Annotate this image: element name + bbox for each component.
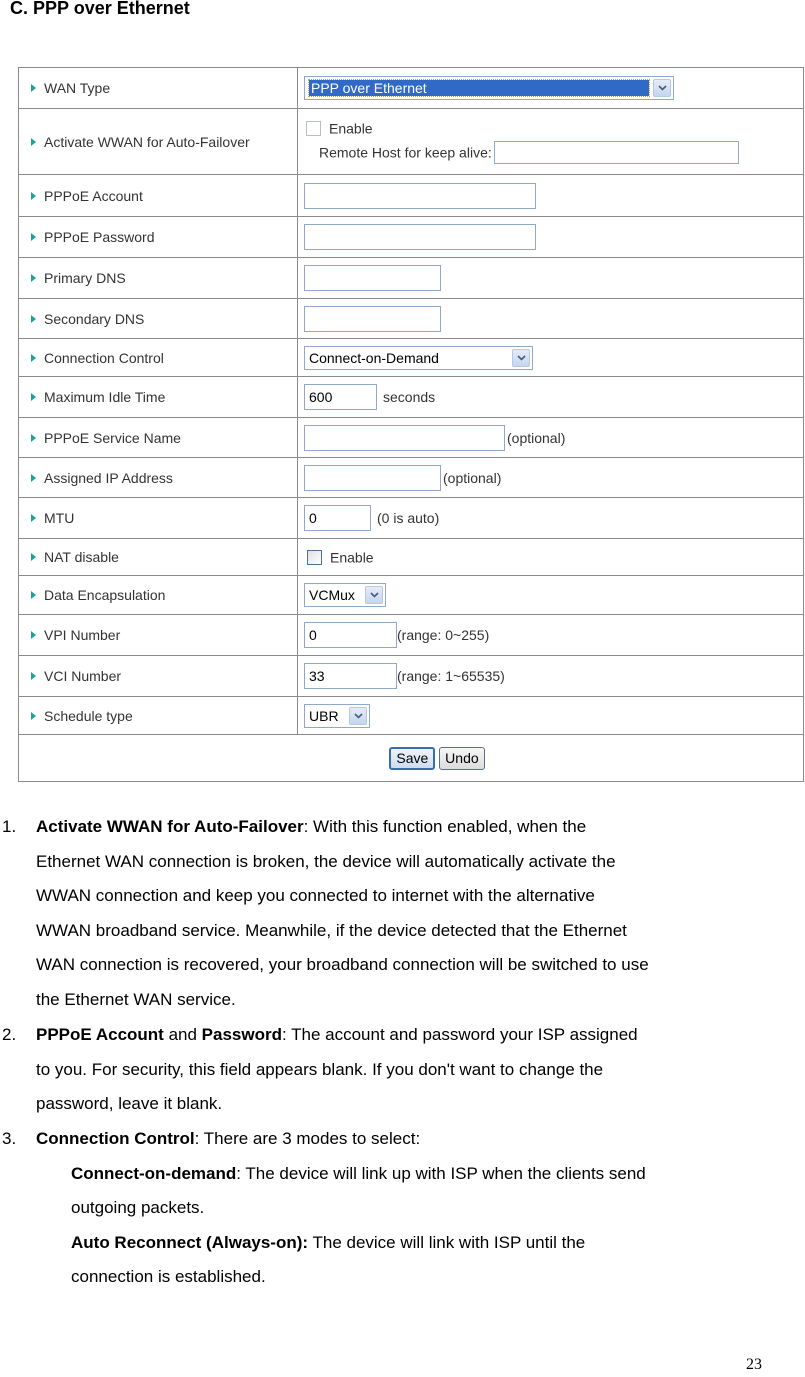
bullet-arrow-icon — [31, 84, 36, 93]
wwan-enable-label: Enable — [329, 120, 373, 137]
mtu-hint: (0 is auto) — [377, 510, 440, 526]
bullet-arrow-icon — [31, 274, 36, 283]
optional-hint: (optional) — [507, 429, 566, 446]
save-button[interactable]: Save — [389, 746, 436, 770]
bullet-arrow-icon — [31, 631, 36, 640]
row-assigned-ip: Assigned IP Address (optional) — [18, 457, 804, 498]
row-pppoe-account: PPPoE Account — [18, 174, 804, 217]
nat-disable-enable-label: Enable — [330, 549, 374, 566]
row-nat-disable: NAT disable Enable — [18, 538, 804, 576]
chevron-down-icon — [512, 348, 530, 367]
max-idle-time-unit: seconds — [383, 389, 436, 405]
row-connection-control: Connection Control Connect-on-Demand — [18, 338, 804, 377]
row-data-encapsulation: Data Encapsulation VCMux — [18, 575, 804, 615]
secondary-dns-input[interactable] — [304, 305, 441, 332]
row-schedule-type: Schedule type UBR — [18, 696, 804, 735]
label-wan-type: WAN Type — [44, 80, 111, 96]
vpi-number-input[interactable] — [304, 622, 397, 648]
primary-dns-input[interactable] — [304, 265, 441, 291]
label-secondary-dns: Secondary DNS — [44, 310, 145, 327]
nat-disable-checkbox[interactable] — [307, 550, 322, 566]
row-actions: Save Undo — [18, 734, 804, 782]
label-connection-control: Connection Control — [44, 349, 164, 366]
bullet-arrow-icon — [31, 191, 36, 200]
vci-range-hint: (range: 1~65535) — [397, 668, 505, 684]
bullet-arrow-icon — [31, 433, 36, 442]
vpi-range-hint: (range: 0~255) — [397, 627, 490, 643]
mtu-input[interactable] — [304, 505, 371, 531]
row-max-idle-time: Maximum Idle Time seconds — [18, 376, 804, 418]
term-activate-wwan: Activate WWAN for Auto-Failover — [36, 817, 304, 836]
label-pppoe-password: PPPoE Password — [44, 229, 155, 245]
label-wwan-failover: Activate WWAN for Auto-Failover — [44, 133, 250, 150]
label-nat-disable: NAT disable — [44, 549, 119, 565]
section-title: C. PPP over Ethernet — [10, 0, 190, 18]
list-number: 3. — [2, 1129, 17, 1148]
max-idle-time-input[interactable] — [304, 384, 377, 410]
bullet-arrow-icon — [31, 711, 36, 720]
row-wan-type: WAN Type PPP over Ethernet — [18, 67, 804, 109]
data-encapsulation-select[interactable]: VCMux — [304, 583, 386, 607]
term-auto-reconnect: Auto Reconnect (Always-on): — [71, 1232, 309, 1252]
bullet-arrow-icon — [31, 473, 36, 482]
page-number: 23 — [746, 1356, 762, 1373]
term-connection-control: Connection Control — [36, 1129, 195, 1148]
undo-button[interactable]: Undo — [439, 746, 485, 770]
label-max-idle-time: Maximum Idle Time — [44, 389, 166, 405]
bullet-arrow-icon — [31, 353, 36, 362]
pppoe-settings-form: WAN Type PPP over Ethernet Activate WWAN… — [18, 67, 804, 782]
label-data-encapsulation: Data Encapsulation — [44, 587, 166, 603]
label-pppoe-account: PPPoE Account — [44, 187, 143, 204]
chevron-down-icon — [653, 79, 671, 97]
note-item-1: 1. Activate WWAN for Auto-Failover: With… — [0, 810, 805, 1017]
bullet-arrow-icon — [31, 553, 36, 562]
note-item-2: 2. PPPoE Account and Password: The accou… — [0, 1018, 805, 1122]
pppoe-account-input[interactable] — [304, 182, 536, 209]
bullet-arrow-icon — [31, 233, 36, 242]
note-item-3: 3. Connection Control: There are 3 modes… — [0, 1122, 805, 1295]
remote-host-input[interactable] — [493, 141, 739, 165]
vci-number-input[interactable] — [304, 663, 397, 689]
optional-hint: (optional) — [443, 469, 502, 486]
bullet-arrow-icon — [31, 514, 36, 523]
wan-type-select[interactable]: PPP over Ethernet — [304, 76, 674, 100]
row-wwan-failover: Activate WWAN for Auto-Failover Enable R… — [18, 108, 804, 175]
term-password: Password — [201, 1025, 282, 1044]
row-pppoe-service-name: PPPoE Service Name (optional) — [18, 417, 804, 458]
bullet-arrow-icon — [31, 672, 36, 681]
remote-host-label: Remote Host for keep alive: — [319, 144, 492, 161]
label-mtu: MTU — [44, 510, 75, 526]
list-number: 1. — [2, 817, 17, 836]
term-pppoe-account: PPPoE Account — [36, 1025, 164, 1044]
bullet-arrow-icon — [31, 314, 36, 323]
list-number: 2. — [2, 1025, 17, 1044]
wwan-enable-checkbox[interactable] — [306, 120, 321, 136]
chevron-down-icon — [365, 586, 383, 604]
row-mtu: MTU (0 is auto) — [18, 497, 804, 539]
schedule-type-select[interactable]: UBR — [304, 703, 370, 728]
term-connect-on-demand: Connect-on-demand — [71, 1163, 237, 1183]
pppoe-password-input[interactable] — [304, 224, 536, 250]
row-primary-dns: Primary DNS — [18, 257, 804, 299]
pppoe-service-name-input[interactable] — [304, 424, 505, 451]
label-pppoe-service-name: PPPoE Service Name — [44, 429, 181, 446]
label-vci-number: VCI Number — [44, 668, 122, 684]
row-vci-number: VCI Number (range: 1~65535) — [18, 655, 804, 697]
label-vpi-number: VPI Number — [44, 627, 121, 643]
assigned-ip-input[interactable] — [304, 464, 441, 491]
row-pppoe-password: PPPoE Password — [18, 216, 804, 258]
label-primary-dns: Primary DNS — [44, 270, 126, 286]
bullet-arrow-icon — [31, 393, 36, 402]
chevron-down-icon — [349, 706, 367, 725]
label-schedule-type: Schedule type — [44, 707, 133, 724]
row-vpi-number: VPI Number (range: 0~255) — [18, 614, 804, 656]
connection-control-select[interactable]: Connect-on-Demand — [304, 345, 533, 370]
bullet-arrow-icon — [31, 591, 36, 600]
bullet-arrow-icon — [31, 137, 36, 146]
row-secondary-dns: Secondary DNS — [18, 298, 804, 339]
label-assigned-ip: Assigned IP Address — [44, 469, 173, 486]
